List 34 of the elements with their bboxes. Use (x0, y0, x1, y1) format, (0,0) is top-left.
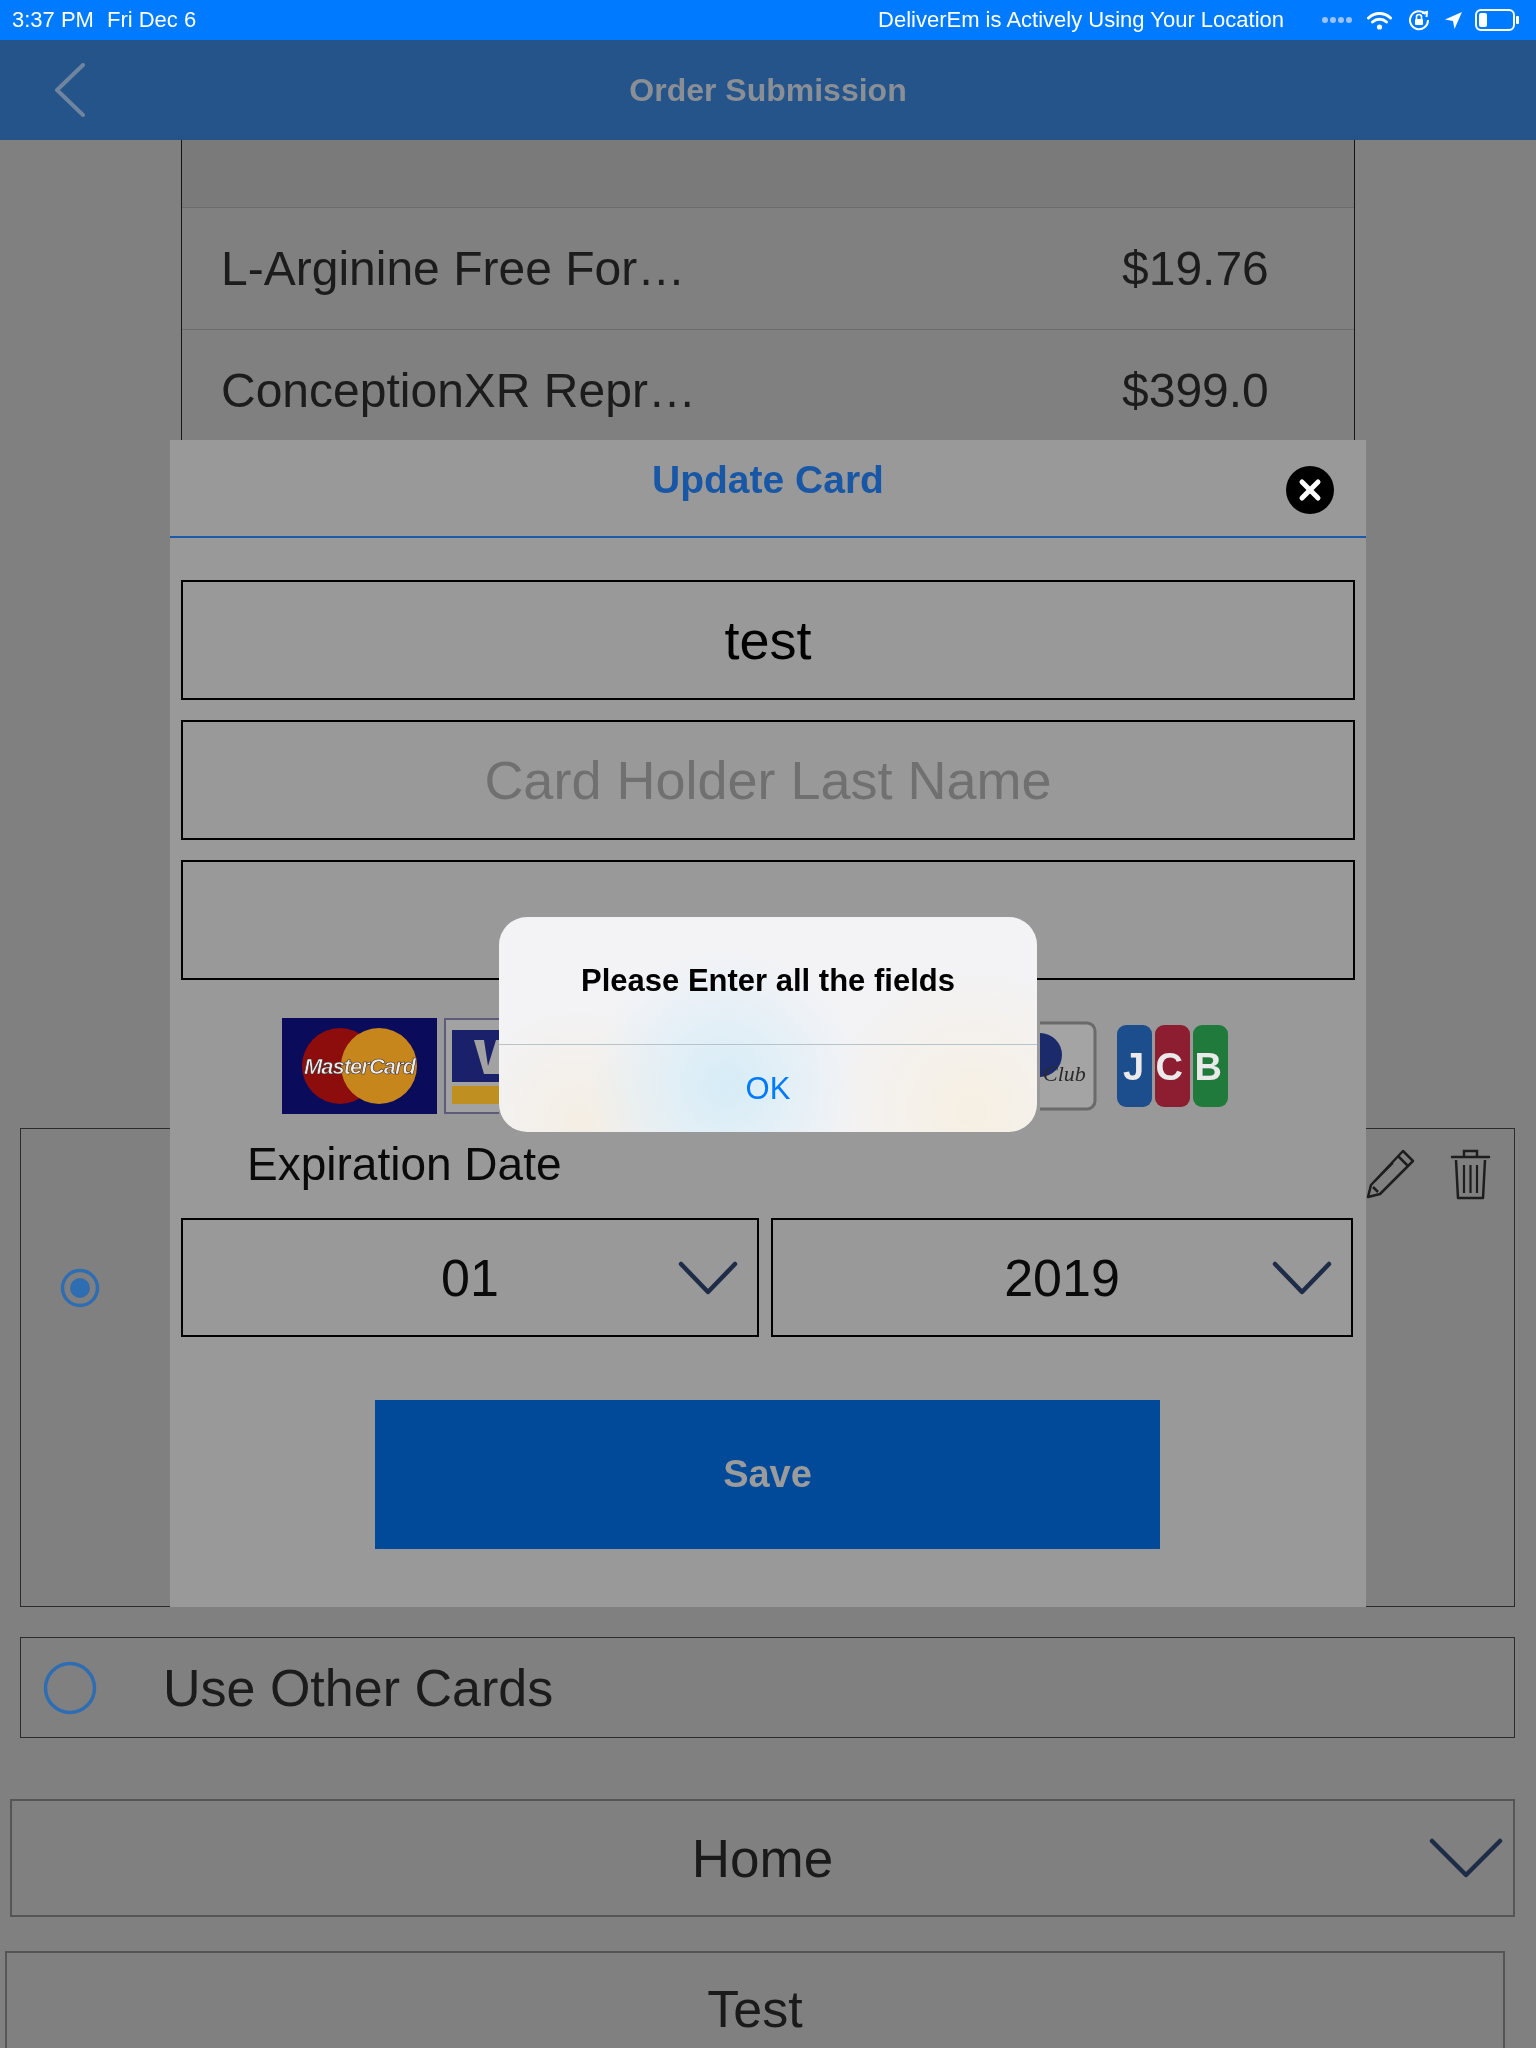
text-field[interactable]: Test (5, 1951, 1505, 2048)
save-button[interactable]: Save (375, 1400, 1160, 1549)
ok-button[interactable]: OK (499, 1044, 1037, 1132)
radio-button[interactable] (60, 1268, 100, 1308)
location-arrow-icon (1444, 10, 1463, 30)
table-cell: ConceptionXR Repr… (221, 363, 696, 418)
signal-dots-icon (1321, 16, 1353, 24)
option-label: Use Other Cards (163, 1657, 554, 1718)
trash-icon[interactable] (1450, 1148, 1491, 1200)
status-time: 3:37 PM (12, 7, 94, 33)
table-cell: $399.0 (1122, 363, 1269, 418)
battery-icon (1475, 9, 1520, 31)
close-icon[interactable] (1285, 465, 1335, 515)
table-cell: L-Arginine Free For… (221, 241, 686, 296)
month-dropdown[interactable]: 01 (181, 1218, 759, 1337)
chevron-down-icon (678, 1260, 738, 1295)
table-cell: $19.76 (1122, 241, 1269, 296)
year-dropdown[interactable]: 2019 (771, 1218, 1353, 1337)
field-label: Expiration Date (247, 1140, 562, 1188)
dialog-title: Update Card (652, 457, 884, 503)
radio-button[interactable] (43, 1660, 97, 1715)
wifi-icon (1367, 10, 1392, 30)
chevron-down-icon (1272, 1260, 1332, 1295)
alert-message: Please Enter all the fields (581, 962, 955, 999)
chevron-down-icon (1429, 1838, 1503, 1878)
card-logo-icon: Club (1040, 1021, 1097, 1111)
location-notice: DeliverEm is Actively Using Your Location (878, 7, 1284, 33)
card-logo-icon (444, 1018, 499, 1114)
text-field[interactable]: test (181, 580, 1355, 700)
rotation-lock-icon (1408, 9, 1430, 31)
address-dropdown[interactable]: Home (10, 1799, 1515, 1917)
status-date: Fri Dec 6 (106, 7, 197, 33)
pencil-icon[interactable] (1365, 1148, 1416, 1200)
screen-title: Order Submission (629, 71, 907, 109)
